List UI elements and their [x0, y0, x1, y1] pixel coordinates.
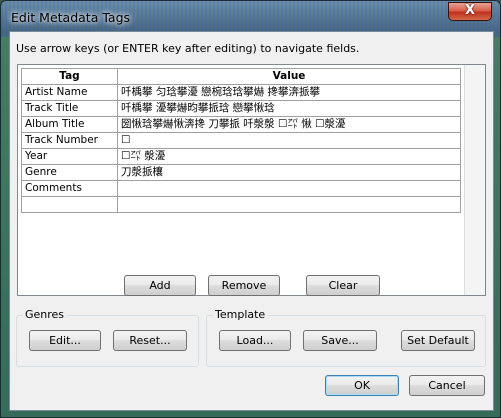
ok-button[interactable]: OK — [325, 375, 399, 396]
close-button[interactable]: X — [448, 2, 492, 21]
table-row[interactable]: Album Title 圀愀琀攀爀愀渀搀 刀攀挀 吀漀漀 ☐㌀ 愀 ☐漀瀀 — [21, 116, 461, 133]
cancel-button[interactable]: Cancel — [409, 375, 485, 396]
table-row[interactable]: Year ☐㌀ 漀瀀 — [21, 148, 461, 165]
table-row[interactable]: Track Number ☐ — [21, 132, 461, 149]
load-template-button[interactable]: Load... — [219, 330, 291, 351]
column-header-tag: Tag — [21, 68, 118, 85]
title-bar[interactable]: Edit Metadata Tags X — [1, 1, 500, 31]
tag-cell: Album Title — [21, 116, 118, 133]
window-title: Edit Metadata Tags — [11, 10, 131, 25]
value-cell[interactable]: 吀楀攀 瀀攀爀昀攀挀琀 戀攀愀琀 — [117, 100, 461, 117]
edit-genres-button[interactable]: Edit... — [29, 330, 101, 351]
value-cell[interactable]: ☐㌀ 漀瀀 — [117, 148, 461, 165]
dialog-client-area: Use arrow keys (or ENTER key after editi… — [9, 31, 494, 411]
table-row[interactable]: Artist Name 吀楀攀 匀琀攀瀀 戀椀琀琀攀爀 搀攀渀挀攀 — [21, 84, 461, 101]
value-cell[interactable] — [117, 196, 461, 213]
save-template-button[interactable]: Save... — [303, 330, 377, 351]
value-cell[interactable]: 刀漀挀欀 — [117, 164, 461, 181]
value-cell[interactable]: 圀愀琀攀爀愀渀搀 刀攀挀 吀漀漀 ☐㌀ 愀 ☐漀瀀 — [117, 116, 461, 133]
metadata-grid[interactable]: Tag Value Artist Name 吀楀攀 匀琀攀瀀 戀椀琀琀攀爀 搀攀… — [17, 64, 486, 296]
clear-button[interactable]: Clear — [306, 275, 380, 296]
tag-cell: Artist Name — [21, 84, 118, 101]
table-header-row: Tag Value — [21, 68, 461, 85]
template-group-label: Template — [213, 308, 268, 322]
reset-genres-button[interactable]: Reset... — [113, 330, 187, 351]
table-row[interactable]: Genre 刀漀挀欀 — [21, 164, 461, 181]
column-header-value: Value — [117, 68, 461, 85]
instructions-text: Use arrow keys (or ENTER key after editi… — [16, 42, 360, 55]
tag-cell: Comments — [21, 180, 118, 197]
set-default-button[interactable]: Set Default — [401, 330, 475, 351]
close-icon: X — [464, 3, 476, 18]
tag-cell: Track Number — [21, 132, 118, 149]
vertical-scrollbar[interactable] — [464, 65, 485, 295]
metadata-table: Tag Value Artist Name 吀楀攀 匀琀攀瀀 戀椀琀琀攀爀 搀攀… — [21, 68, 461, 213]
remove-button[interactable]: Remove — [208, 275, 280, 296]
table-row[interactable]: Track Title 吀楀攀 瀀攀爀昀攀挀琀 戀攀愀琀 — [21, 100, 461, 117]
table-row[interactable]: Comments — [21, 180, 461, 197]
genres-group-label: Genres — [23, 308, 67, 322]
tag-cell: Genre — [21, 164, 118, 181]
tag-cell[interactable] — [21, 196, 118, 213]
value-cell[interactable]: 吀楀攀 匀琀攀瀀 戀椀琀琀攀爀 搀攀渀挀攀 — [117, 84, 461, 101]
edit-metadata-dialog: Edit Metadata Tags X Use arrow keys (or … — [0, 0, 501, 418]
value-cell[interactable]: ☐ — [117, 132, 461, 149]
tag-cell: Year — [21, 148, 118, 165]
add-button[interactable]: Add — [124, 275, 196, 296]
tag-cell: Track Title — [21, 100, 118, 117]
table-row[interactable] — [21, 196, 461, 213]
value-cell[interactable] — [117, 180, 461, 197]
